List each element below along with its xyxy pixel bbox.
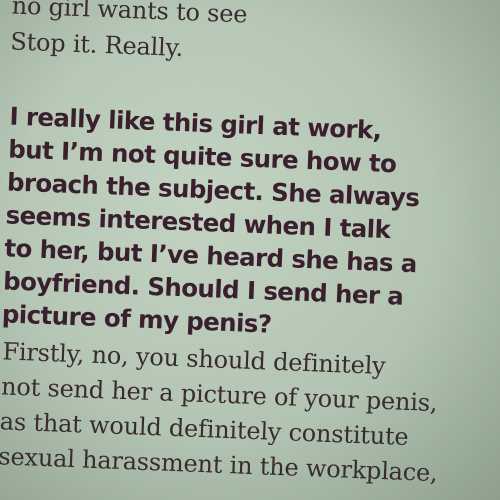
- newspaper-column: no girl wants to see Stop it. Really. I …: [0, 0, 500, 487]
- previous-answer-line-2: Stop it. Really.: [9, 27, 184, 63]
- question-line-7: picture of my penis?: [1, 299, 273, 339]
- previous-answer-line-1: no girl wants to see: [11, 0, 248, 29]
- newspaper-photo: no girl wants to see Stop it. Really. I …: [0, 0, 500, 500]
